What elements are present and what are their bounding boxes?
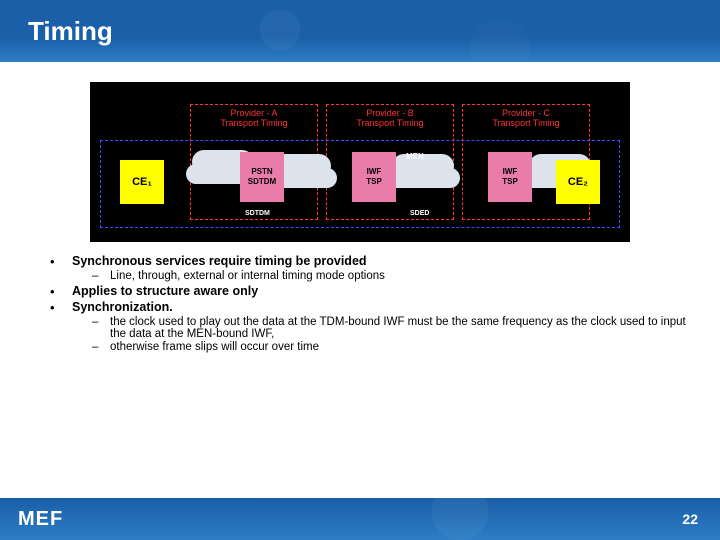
bullet-1: Synchronous services require timing be p… <box>72 254 367 268</box>
provider-a-sub: Transport Timing <box>220 118 287 128</box>
provider-c-sub: Transport Timing <box>492 118 559 128</box>
men-label: MEN <box>406 152 424 161</box>
timing-diagram: Provider - A Transport Timing Provider -… <box>90 82 630 242</box>
provider-a-label: Provider - A Transport Timing <box>191 105 317 129</box>
provider-c-name: Provider - C <box>502 108 550 118</box>
sdtdm-text: SDTDM <box>245 210 270 217</box>
pstn-label: PSTN <box>240 167 284 177</box>
provider-c-label: Provider - C Transport Timing <box>463 105 589 129</box>
bullet-list: Synchronous services require timing be p… <box>0 242 720 353</box>
cloud-icon <box>398 160 448 188</box>
sub-bullet: otherwise frame slips will occur over ti… <box>92 341 686 353</box>
list-item: Applies to structure aware only <box>50 284 686 298</box>
ce1-box: CE₁ <box>120 160 164 204</box>
title-band: Timing <box>0 0 720 62</box>
bullet-2: Applies to structure aware only <box>72 284 258 298</box>
tsp-label: TSP <box>352 177 396 187</box>
list-item: Synchronization. the clock used to play … <box>50 300 686 353</box>
provider-b-sub: Transport Timing <box>356 118 423 128</box>
pstn-box: PSTN SDTDM <box>240 152 284 202</box>
mef-logo: MEF <box>18 508 63 531</box>
sded-text: SDED <box>410 210 429 217</box>
list-item: Synchronous services require timing be p… <box>50 254 686 282</box>
provider-a-name: Provider - A <box>230 108 277 118</box>
iwf-label: IWF <box>352 167 396 177</box>
page-number: 22 <box>682 511 698 527</box>
bullet-3: Synchronization. <box>72 300 173 314</box>
iwf-tsp-box-1: IWF TSP <box>352 152 396 202</box>
ce2-box: CE₂ <box>556 160 600 204</box>
iwf-label-2: IWF <box>488 167 532 177</box>
slide-title: Timing <box>28 16 113 47</box>
provider-b-label: Provider - B Transport Timing <box>327 105 453 129</box>
tsp-label-2: TSP <box>488 177 532 187</box>
sub-bullet: the clock used to play out the data at t… <box>92 316 686 340</box>
iwf-tsp-box-2: IWF TSP <box>488 152 532 202</box>
sdtdm-label: SDTDM <box>240 177 284 187</box>
sub-bullet: Line, through, external or internal timi… <box>92 270 686 282</box>
provider-b-name: Provider - B <box>366 108 414 118</box>
footer-band: MEF 22 <box>0 498 720 540</box>
